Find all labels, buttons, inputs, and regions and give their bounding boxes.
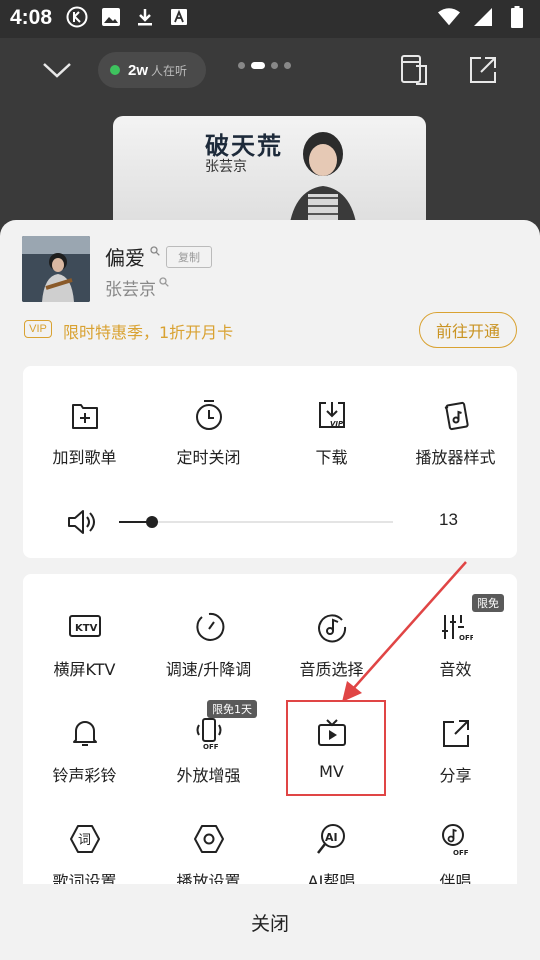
volume-row: 13 xyxy=(23,504,517,540)
k-app-icon xyxy=(66,6,88,28)
page-dot xyxy=(284,62,291,69)
player-style-icon xyxy=(439,398,473,432)
speaker-boost-icon: OFF xyxy=(192,716,226,750)
audio-quality-button[interactable]: 音质选择 xyxy=(270,610,393,680)
action-label: 调速/升降调 xyxy=(165,660,252,679)
live-dot xyxy=(110,65,120,75)
page-dot-active xyxy=(251,62,265,69)
listeners-label: 人在听 xyxy=(151,63,188,78)
cover-artist: 张芸京 xyxy=(205,159,247,175)
status-bar: 4:08 xyxy=(0,0,540,38)
timer-icon xyxy=(192,398,226,432)
ai-sing-button[interactable]: AI AI帮唱 xyxy=(270,822,393,892)
font-icon xyxy=(168,6,190,28)
quick-actions-card: 加到歌单 定时关闭 VIP 下载 播放器样式 13 xyxy=(23,366,517,558)
download-vip-icon: VIP xyxy=(315,398,349,432)
image-icon xyxy=(100,6,122,28)
song-thumbnail xyxy=(22,236,90,302)
action-label: 铃声彩铃 xyxy=(52,766,117,785)
bell-icon xyxy=(68,716,102,750)
page-indicator xyxy=(238,62,291,69)
collapse-chevron-icon[interactable] xyxy=(40,54,74,84)
speed-pitch-button[interactable]: 调速/升降调 xyxy=(147,610,270,680)
wifi-icon xyxy=(438,6,460,28)
action-label: 音质选择 xyxy=(299,660,364,679)
svg-text:词: 词 xyxy=(78,833,91,848)
share-icon xyxy=(439,716,473,750)
close-label: 关闭 xyxy=(250,912,289,935)
share-out-icon[interactable] xyxy=(465,52,501,88)
player-header: 2w 人在听 破天荒 张芸京 xyxy=(0,38,540,236)
accompaniment-button[interactable]: OFF 伴唱 xyxy=(394,822,517,892)
album-cover[interactable]: 破天荒 张芸京 xyxy=(113,116,426,236)
volume-slider-thumb[interactable] xyxy=(146,516,158,528)
status-system-icons xyxy=(438,6,528,28)
speed-dial-icon xyxy=(192,610,226,644)
action-label: 下载 xyxy=(315,448,348,467)
svg-text:OFF: OFF xyxy=(203,743,219,750)
vip-badge: VIP xyxy=(24,320,52,338)
listeners-count: 2w xyxy=(128,61,149,79)
player-style-button[interactable]: 播放器样式 xyxy=(394,398,517,468)
audio-quality-icon xyxy=(315,610,349,644)
copy-button[interactable]: 复制 xyxy=(166,246,212,268)
more-options-sheet: 偏爱 复制 张芸京 VIP 限时特惠季，1折开月卡 前往开通 加到歌单 定时关闭… xyxy=(0,220,540,960)
lyrics-settings-button[interactable]: 词 歌词设置 xyxy=(23,822,146,892)
volume-icon[interactable] xyxy=(65,506,97,538)
landscape-ktv-button[interactable]: KTV 横屏KTV xyxy=(23,610,146,680)
svg-text:VIP: VIP xyxy=(330,420,344,428)
battery-icon xyxy=(506,6,528,28)
volume-value: 13 xyxy=(439,510,458,529)
svg-text:OFF: OFF xyxy=(453,849,469,856)
page-dot xyxy=(238,62,245,69)
action-label: 定时关闭 xyxy=(176,448,241,467)
action-label: 音效 xyxy=(439,660,472,679)
ringtone-button[interactable]: 铃声彩铃 xyxy=(23,716,146,786)
search-icon[interactable] xyxy=(159,277,169,287)
accompaniment-icon: OFF xyxy=(439,822,473,856)
sound-effects-button[interactable]: OFF 音效 xyxy=(394,610,517,680)
free-one-day-tag: 限免1天 xyxy=(207,700,257,718)
vip-promo-text: 限时特惠季，1折开月卡 xyxy=(63,323,234,342)
vip-open-button[interactable]: 前往开通 xyxy=(419,312,517,348)
svg-text:OFF: OFF xyxy=(459,634,473,642)
listeners-pill[interactable]: 2w 人在听 xyxy=(98,52,206,88)
lyrics-icon: 词 xyxy=(68,822,102,856)
free-tag: 限免 xyxy=(472,594,504,612)
volume-slider[interactable] xyxy=(119,516,393,528)
search-icon[interactable] xyxy=(150,246,160,256)
cover-artist-photo xyxy=(288,132,358,236)
action-label: 外放增强 xyxy=(176,766,241,785)
device-switch-icon[interactable] xyxy=(396,52,432,88)
playback-settings-button[interactable]: 播放设置 xyxy=(147,822,270,892)
equalizer-icon: OFF xyxy=(439,610,473,644)
status-notification-icons xyxy=(66,6,190,28)
action-label: 分享 xyxy=(439,766,472,785)
more-actions-card: KTV 横屏KTV 调速/升降调 音质选择 OFF 音效 限免 铃声彩铃 OFF… xyxy=(23,574,517,891)
add-to-playlist-icon xyxy=(68,398,102,432)
action-label: 播放器样式 xyxy=(415,448,496,467)
action-label: 加到歌单 xyxy=(52,448,117,467)
svg-text:KTV: KTV xyxy=(75,623,98,634)
playback-settings-icon xyxy=(192,822,226,856)
status-time: 4:08 xyxy=(10,6,53,29)
page-dot xyxy=(271,62,278,69)
download-icon xyxy=(134,6,156,28)
share-button[interactable]: 分享 xyxy=(394,716,517,786)
close-button[interactable]: 关闭 xyxy=(0,884,540,960)
sleep-timer-button[interactable]: 定时关闭 xyxy=(147,398,270,468)
ai-sing-icon: AI xyxy=(315,822,349,856)
mv-highlight-box xyxy=(286,700,386,796)
signal-icon xyxy=(472,6,494,28)
svg-text:AI: AI xyxy=(325,831,338,844)
song-artist[interactable]: 张芸京 xyxy=(105,275,156,300)
ktv-icon: KTV xyxy=(68,610,102,644)
download-button[interactable]: VIP 下载 xyxy=(270,398,393,468)
add-to-playlist-button[interactable]: 加到歌单 xyxy=(23,398,146,468)
speaker-boost-button[interactable]: OFF 外放增强 xyxy=(147,716,270,786)
song-title: 偏爱 xyxy=(105,246,145,270)
action-label: 横屏KTV xyxy=(53,660,116,679)
